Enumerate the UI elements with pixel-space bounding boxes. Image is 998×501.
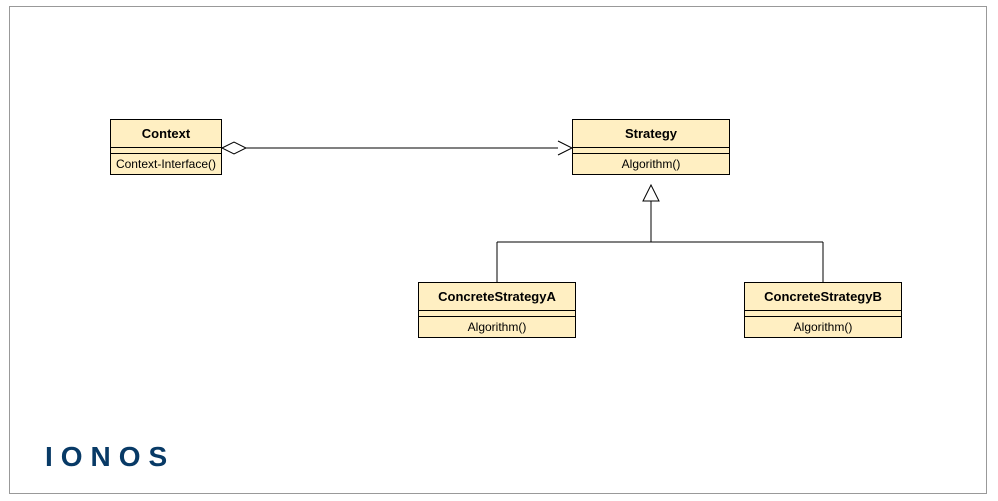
class-context: Context Context-Interface() <box>110 119 222 175</box>
generalization-tree <box>497 185 823 282</box>
class-concrete-a: ConcreteStrategyA Algorithm() <box>418 282 576 338</box>
class-context-title: Context <box>111 120 221 148</box>
class-concrete-a-title: ConcreteStrategyA <box>419 283 575 311</box>
brand-logo: IONOS <box>45 441 175 473</box>
class-context-operation: Context-Interface() <box>111 153 221 174</box>
diagram-frame: Context Context-Interface() Strategy Alg… <box>9 6 987 494</box>
class-strategy-title: Strategy <box>573 120 729 148</box>
class-strategy: Strategy Algorithm() <box>572 119 730 175</box>
aggregation-arrow-context-to-strategy <box>222 141 572 155</box>
class-concrete-a-operation: Algorithm() <box>419 316 575 337</box>
class-concrete-b-operation: Algorithm() <box>745 316 901 337</box>
class-concrete-b-title: ConcreteStrategyB <box>745 283 901 311</box>
connectors-layer <box>10 7 988 495</box>
class-strategy-operation: Algorithm() <box>573 153 729 174</box>
class-concrete-b: ConcreteStrategyB Algorithm() <box>744 282 902 338</box>
